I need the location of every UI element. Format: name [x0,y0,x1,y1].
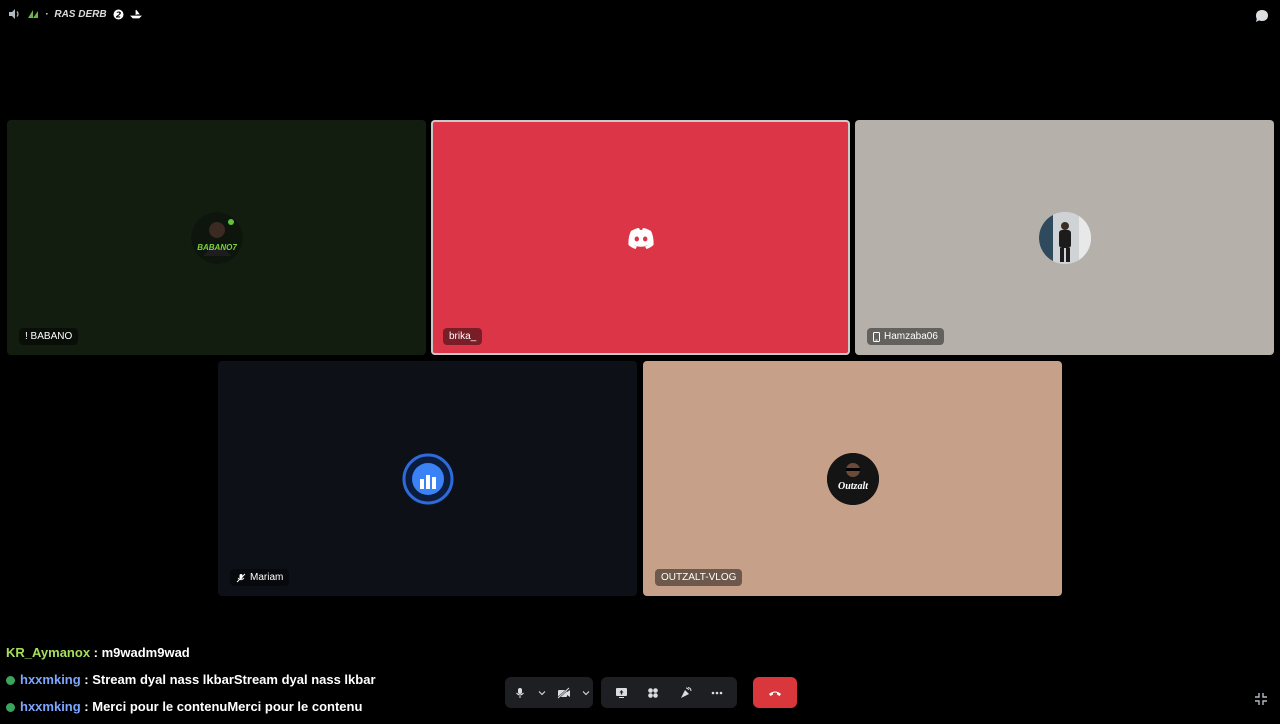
camera-options-button[interactable] [579,677,593,708]
chat-text: Merci pour le contenuMerci pour le conte… [92,699,363,714]
svg-text:BABANO7: BABANO7 [197,243,237,252]
volume-icon[interactable] [8,8,21,20]
chat-message: hxxmking : Stream dyal nass lkbarStream … [6,670,486,697]
mic-muted-icon [236,573,246,582]
discord-logo-icon [627,227,654,249]
mobile-icon [873,331,880,342]
call-controls [505,677,797,708]
stream-chat-overlay: KR_Aymanox : m9wadm9wad hxxmking : Strea… [6,643,486,724]
babano-logo-icon: BABANO7 [190,211,243,264]
mic-control-group [505,677,593,708]
chevron-down-icon [582,690,590,695]
avatar [401,452,454,505]
participant-name: ! BABANO [25,331,73,342]
participant-name: OUTZALT-VLOG [661,572,737,583]
participant-name-tag: Mariam [230,569,290,586]
screen-share-icon [615,687,627,698]
participant-tile-babano[interactable]: BABANO7 ! BABANO [7,120,426,355]
chat-username: hxxmking [20,672,81,687]
participant-tile-mariam[interactable]: Mariam [218,361,637,596]
dot-separator: · [45,8,49,20]
participant-name-tag: brika_ [443,328,483,345]
avatar: Outzalt [826,452,879,505]
participant-name-tag: OUTZALT-VLOG [655,569,743,586]
participant-name-tag: Hamzaba06 [867,328,944,345]
participant-name-tag: ! BABANO [19,328,79,345]
leaf-icon [28,10,38,18]
svg-text:2: 2 [115,10,121,19]
outzalt-logo-icon: Outzalt [826,452,879,505]
mic-options-button[interactable] [535,677,549,708]
camera-button[interactable] [549,677,579,708]
chevron-down-icon [538,690,546,695]
hang-up-button[interactable] [753,677,797,708]
channel-name: RAS DERB [54,8,107,20]
channel-header: · RAS DERB 2 [8,8,142,20]
soundboard-icon [680,686,691,698]
chat-separator: : [80,699,93,714]
participant-tile-brika[interactable]: brika_ [431,120,850,355]
hang-up-icon [769,691,781,696]
fullscreen-exit-icon[interactable] [1254,692,1268,706]
chat-text: m9wadm9wad [101,645,190,660]
boat-icon [129,9,142,19]
chat-username: hxxmking [20,699,81,714]
chat-separator: : [90,645,102,660]
more-icon [711,691,723,694]
chat-username: KR_Aymanox [6,645,91,660]
camera-off-icon [557,686,570,699]
participant-name: Hamzaba06 [884,331,938,342]
badge-icon: 2 [113,9,124,19]
person-photo-icon [1038,211,1091,264]
avatar [615,212,667,264]
chat-separator: : [80,672,93,687]
activities-button[interactable] [637,677,669,708]
soundboard-button[interactable] [669,677,701,708]
verified-badge-icon [6,703,15,712]
participant-tile-hamzaba06[interactable]: Hamzaba06 [855,120,1274,355]
stats-logo-icon [402,453,453,504]
chat-text: Stream dyal nass lkbarStream dyal nass l… [92,672,376,687]
chat-message: KR_Aymanox : m9wadm9wad [6,643,486,670]
avatar [1038,211,1091,264]
more-button[interactable] [701,677,733,708]
participant-name: Mariam [250,572,284,583]
avatar: BABANO7 [190,211,243,264]
mic-button[interactable] [505,677,535,708]
participant-name: brika_ [449,331,477,342]
screen-share-button[interactable] [605,677,637,708]
participant-tile-outzalt-vlog[interactable]: Outzalt OUTZALT-VLOG [643,361,1062,596]
activities-icon [648,687,658,698]
verified-badge-icon [6,676,15,685]
top-bar: · RAS DERB 2 [0,0,1280,32]
svg-text:Outzalt: Outzalt [837,481,868,492]
mic-icon [516,687,524,698]
chat-bubble-icon[interactable] [1254,8,1270,24]
activity-control-group [601,677,737,708]
